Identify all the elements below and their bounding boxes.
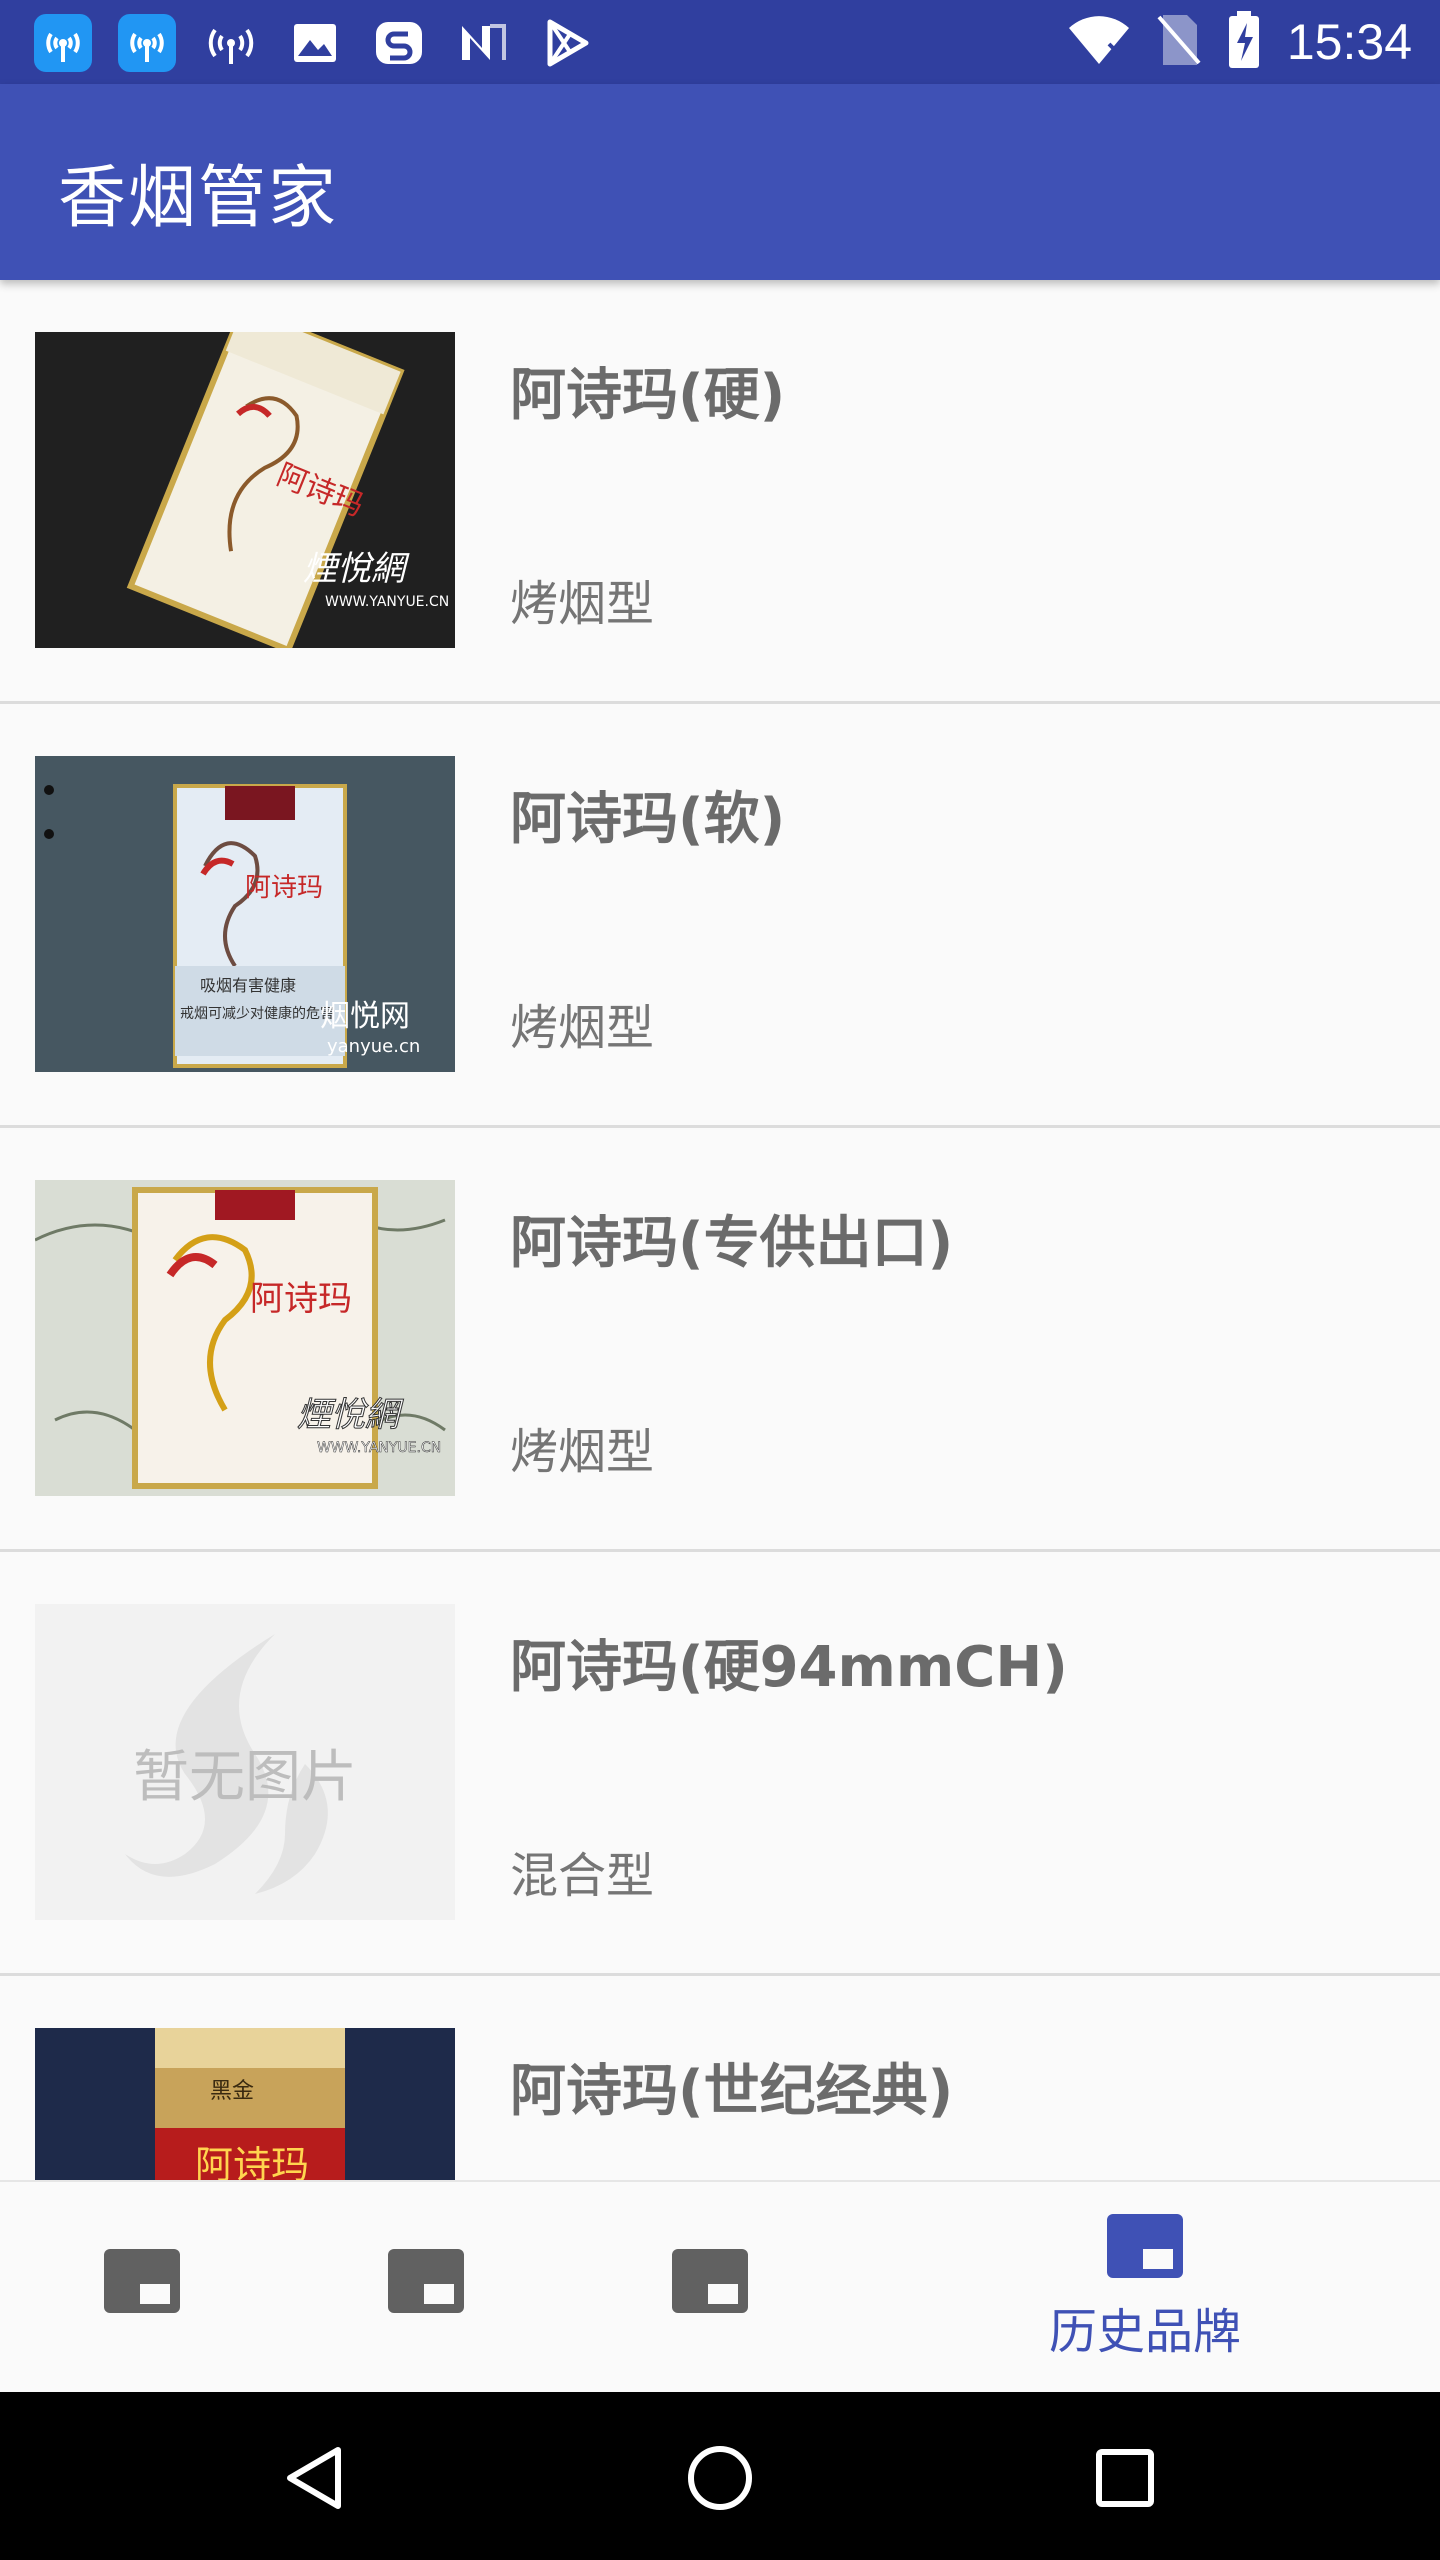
svg-text:yanyue.cn: yanyue.cn — [327, 1036, 420, 1057]
svg-text:戒烟可减少对健康的危害: 戒烟可减少对健康的危害 — [180, 1005, 334, 1022]
nav-tab-1[interactable] — [62, 2182, 222, 2394]
featured-video-icon — [672, 2249, 748, 2313]
image-icon — [284, 12, 346, 74]
featured-video-icon — [1107, 2214, 1183, 2278]
pack-logo: 阿诗玛 — [195, 2143, 309, 2180]
brand-name: 阿诗玛(专供出口) — [510, 1211, 954, 1276]
hotspot-badge-icon — [116, 12, 178, 74]
brand-name: 阿诗玛(世纪经典) — [510, 2059, 954, 2124]
home-icon[interactable] — [686, 2444, 754, 2516]
no-image-placeholder: 暂无图片 — [35, 1604, 455, 1920]
n-app-icon — [452, 12, 514, 74]
back-icon[interactable] — [282, 2444, 346, 2516]
hotspot-badge-icon — [32, 12, 94, 74]
hotspot-icon — [200, 12, 262, 74]
svg-text:WWW.YANYUE.CN: WWW.YANYUE.CN — [317, 1440, 441, 1456]
bottom-navigation: 历史品牌 — [0, 2180, 1440, 2392]
s-app-icon — [368, 12, 430, 74]
nav-tab-label: 历史品牌 — [1048, 2304, 1241, 2360]
cigarette-pack-image: 黑金 阿诗玛 — [35, 2028, 455, 2180]
list-item[interactable]: 黑金 阿诗玛 阿诗玛(世纪经典) — [0, 1976, 1440, 2180]
nav-tab-2[interactable] — [346, 2182, 506, 2394]
page-title: 香烟管家 — [58, 159, 339, 238]
svg-text:阿诗玛: 阿诗玛 — [245, 873, 323, 903]
play-store-icon — [536, 12, 598, 74]
svg-text:阿诗玛: 阿诗玛 — [250, 1279, 352, 1319]
placeholder-text: 暂无图片 — [133, 1745, 357, 1810]
wifi-icon — [1067, 14, 1131, 70]
recents-icon[interactable] — [1095, 2448, 1155, 2512]
list-item[interactable]: 阿诗玛 煙悅網 WWW.YANYUE.CN 阿诗玛(硬) 烤烟型 — [0, 280, 1440, 704]
watermark: 烟悦网 — [320, 999, 410, 1034]
list-item[interactable]: 阿诗玛 煙悅網 WWW.YANYUE.CN 阿诗玛(专供出口) 烤烟型 — [0, 1128, 1440, 1552]
nav-tab-history-brands[interactable]: 历史品牌 — [1010, 2182, 1280, 2394]
status-time: 15:34 — [1286, 14, 1412, 70]
battery-charging-icon — [1227, 11, 1261, 73]
featured-video-icon — [388, 2249, 464, 2313]
watermark: 煙悅網 — [297, 1395, 404, 1435]
watermark: 煙悅網 — [303, 549, 410, 589]
nav-tab-3[interactable] — [630, 2182, 790, 2394]
cigarette-pack-image: 阿诗玛 吸烟有害健康 戒烟可减少对健康的危害 烟悦网 yanyue.cn — [35, 756, 455, 1072]
brand-type: 混合型 — [510, 1848, 655, 1904]
svg-text:吸烟有害健康: 吸烟有害健康 — [200, 976, 296, 995]
brand-name: 阿诗玛(软) — [510, 787, 786, 852]
list-item[interactable]: 阿诗玛 吸烟有害健康 戒烟可减少对健康的危害 烟悦网 yanyue.cn 阿诗玛… — [0, 704, 1440, 1128]
system-navigation-bar — [0, 2392, 1440, 2560]
svg-text:黑金: 黑金 — [210, 2079, 254, 2104]
svg-text:WWW.YANYUE.CN: WWW.YANYUE.CN — [325, 594, 449, 610]
cigarette-pack-image: 阿诗玛 煙悅網 WWW.YANYUE.CN — [35, 1180, 455, 1496]
no-sim-icon — [1157, 13, 1201, 71]
brand-type: 烤烟型 — [510, 576, 655, 632]
brand-name: 阿诗玛(硬94mmCH) — [510, 1635, 1068, 1700]
brand-list[interactable]: 阿诗玛 煙悅網 WWW.YANYUE.CN 阿诗玛(硬) 烤烟型 阿诗玛 吸烟有… — [0, 280, 1440, 2180]
featured-video-icon — [104, 2249, 180, 2313]
list-item[interactable]: 暂无图片 阿诗玛(硬94mmCH) 混合型 — [0, 1552, 1440, 1976]
status-bar: 15:34 — [0, 0, 1440, 84]
cigarette-pack-image: 阿诗玛 煙悅網 WWW.YANYUE.CN — [35, 332, 455, 648]
brand-type: 烤烟型 — [510, 1424, 655, 1480]
app-bar: 香烟管家 — [0, 84, 1440, 280]
brand-type: 烤烟型 — [510, 1000, 655, 1056]
brand-name: 阿诗玛(硬) — [510, 363, 786, 428]
